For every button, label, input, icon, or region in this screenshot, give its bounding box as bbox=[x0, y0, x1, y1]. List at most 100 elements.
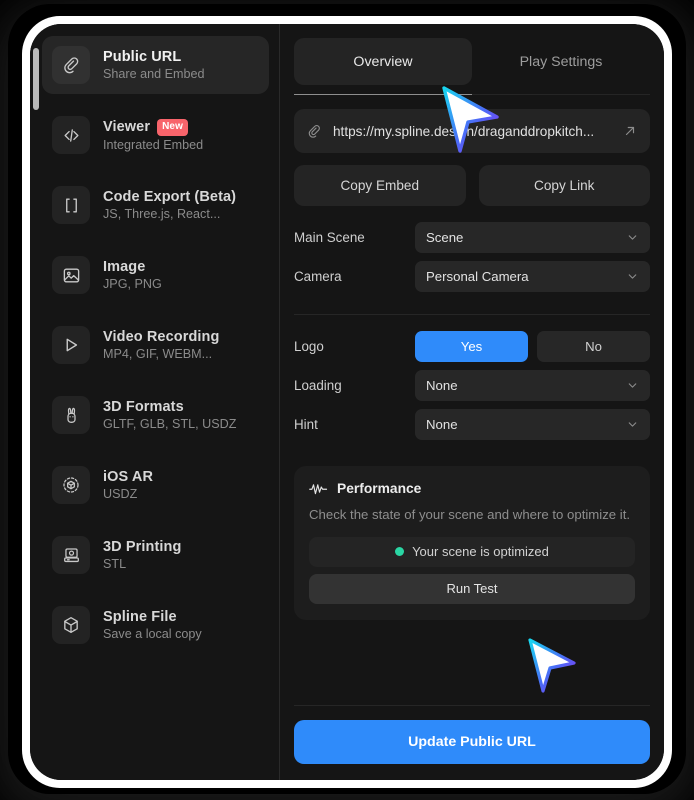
app-root: Public URL Share and Embed Viewer New In… bbox=[0, 0, 694, 800]
sidebar-item-title: iOS AR bbox=[103, 469, 153, 485]
sidebar-item-subtitle: MP4, GIF, WEBM... bbox=[103, 347, 213, 361]
chevron-down-icon bbox=[626, 379, 639, 392]
sidebar-item-text: Video Recording MP4, GIF, WEBM... bbox=[103, 329, 219, 361]
pulse-icon bbox=[309, 481, 328, 496]
hint-value: None bbox=[426, 417, 458, 432]
sidebar-item-3d-printing[interactable]: 3D Printing STL bbox=[42, 526, 269, 584]
status-dot-icon bbox=[395, 547, 405, 557]
chevron-down-icon bbox=[626, 231, 639, 244]
chevron-down-icon bbox=[626, 418, 639, 431]
copy-link-button[interactable]: Copy Link bbox=[478, 165, 650, 206]
main-scene-value: Scene bbox=[426, 230, 464, 245]
performance-title: Performance bbox=[337, 481, 422, 496]
cube-icon bbox=[52, 606, 90, 644]
update-public-url-button[interactable]: Update Public URL bbox=[294, 720, 650, 764]
sidebar-item-title: Image bbox=[103, 259, 162, 275]
sidebar-item-title-text: iOS AR bbox=[103, 469, 154, 485]
copy-button-row: Copy Embed Copy Link bbox=[294, 165, 650, 206]
main-scene-label: Main Scene bbox=[294, 230, 365, 245]
logo-yes-button[interactable]: Yes bbox=[415, 331, 528, 362]
tab-overview[interactable]: Overview bbox=[294, 38, 472, 85]
loading-row: Loading None bbox=[294, 370, 650, 401]
tab-underline-divider bbox=[294, 94, 650, 95]
performance-card: Performance Check the state of your scen… bbox=[294, 466, 650, 620]
camera-row: Camera Personal Camera bbox=[294, 261, 650, 292]
link-icon bbox=[52, 46, 90, 84]
sidebar-item-subtitle: USDZ bbox=[103, 487, 138, 501]
sidebar-item-subtitle: Integrated Embed bbox=[103, 137, 204, 152]
main-panel: Overview Play Settings https://my.spline… bbox=[280, 24, 664, 780]
image-icon bbox=[52, 256, 90, 294]
sidebar-item-image[interactable]: Image JPG, PNG bbox=[42, 246, 269, 304]
sidebar-item-3d-formats[interactable]: 3D Formats GLTF, GLB, STL, USDZ bbox=[42, 386, 269, 444]
sidebar-item-text: Spline File Save a local copy bbox=[103, 609, 202, 641]
sidebar-item-title: 3D Formats bbox=[103, 399, 236, 415]
sidebar-item-title-text: Public URL bbox=[103, 49, 182, 65]
window-inner: Public URL Share and Embed Viewer New In… bbox=[30, 24, 664, 780]
copy-embed-button[interactable]: Copy Embed bbox=[294, 165, 466, 206]
logo-row: Logo Yes No bbox=[294, 331, 650, 362]
play-icon bbox=[52, 326, 90, 364]
sidebar-item-text: 3D Formats GLTF, GLB, STL, USDZ bbox=[103, 399, 236, 431]
sidebar-item-text: iOS AR USDZ bbox=[103, 469, 153, 501]
sidebar-item-viewer[interactable]: Viewer New Integrated Embed bbox=[42, 106, 269, 164]
camera-label: Camera bbox=[294, 269, 342, 284]
public-url-field[interactable]: https://my.spline.design/draganddropkitc… bbox=[294, 109, 650, 153]
code-icon bbox=[52, 116, 90, 154]
performance-status-badge: Your scene is optimized bbox=[309, 536, 635, 567]
sidebar-item-text: Code Export (Beta) JS, Three.js, React..… bbox=[103, 189, 236, 221]
sidebar-item-title-text: Image bbox=[103, 259, 146, 275]
sidebar-item-text: Viewer New Integrated Embed bbox=[103, 118, 204, 152]
sidebar: Public URL Share and Embed Viewer New In… bbox=[30, 24, 280, 780]
sidebar-item-title: Public URL bbox=[103, 49, 205, 65]
sidebar-item-ios-ar[interactable]: iOS AR USDZ bbox=[42, 456, 269, 514]
sidebar-item-title-text: Video Recording bbox=[103, 329, 220, 345]
logo-no-button[interactable]: No bbox=[537, 331, 650, 362]
sidebar-item-subtitle: Save a local copy bbox=[103, 627, 202, 641]
performance-header: Performance bbox=[309, 481, 635, 496]
sidebar-item-subtitle: Share and Embed bbox=[103, 67, 205, 81]
sidebar-item-video-recording[interactable]: Video Recording MP4, GIF, WEBM... bbox=[42, 316, 269, 374]
tab-bar: Overview Play Settings bbox=[294, 38, 650, 85]
main-scene-select[interactable]: Scene bbox=[415, 222, 650, 253]
sidebar-item-title: Code Export (Beta) bbox=[103, 189, 236, 205]
sidebar-item-subtitle: GLTF, GLB, STL, USDZ bbox=[103, 417, 237, 431]
sidebar-item-title-text: Code Export (Beta) bbox=[103, 189, 237, 205]
sidebar-item-title-text: 3D Formats bbox=[103, 399, 184, 415]
performance-description: Check the state of your scene and where … bbox=[309, 507, 631, 522]
camera-select[interactable]: Personal Camera bbox=[415, 261, 650, 292]
tab-play-settings[interactable]: Play Settings bbox=[472, 38, 650, 85]
printer-3d-icon bbox=[52, 536, 90, 574]
sidebar-item-title: Video Recording bbox=[103, 329, 219, 345]
loading-label: Loading bbox=[294, 378, 342, 393]
loading-select[interactable]: None bbox=[415, 370, 650, 401]
sidebar-item-code-export[interactable]: Code Export (Beta) JS, Three.js, React..… bbox=[42, 176, 269, 234]
camera-value: Personal Camera bbox=[426, 269, 529, 284]
sidebar-item-spline-file[interactable]: Spline File Save a local copy bbox=[42, 596, 269, 654]
vertical-scrollbar-thumb[interactable] bbox=[33, 48, 39, 110]
rabbit-icon bbox=[52, 396, 90, 434]
sidebar-item-text: Public URL Share and Embed bbox=[103, 49, 205, 81]
performance-status-text: Your scene is optimized bbox=[412, 544, 549, 560]
logo-label: Logo bbox=[294, 339, 324, 354]
new-badge: New bbox=[157, 118, 188, 136]
run-test-button[interactable]: Run Test bbox=[309, 573, 635, 604]
loading-value: None bbox=[426, 378, 458, 393]
sidebar-item-title-text: Viewer bbox=[103, 119, 151, 135]
sidebar-item-public-url[interactable]: Public URL Share and Embed bbox=[42, 36, 269, 94]
sidebar-item-subtitle: JPG, PNG bbox=[103, 277, 162, 291]
sidebar-item-text: Image JPG, PNG bbox=[103, 259, 162, 291]
sidebar-item-title: Viewer New bbox=[103, 118, 203, 136]
sidebar-item-text: 3D Printing STL bbox=[103, 539, 181, 571]
logo-toggle-group: Yes No bbox=[415, 331, 650, 362]
external-link-icon[interactable] bbox=[623, 124, 637, 138]
hint-row: Hint None bbox=[294, 409, 650, 440]
sidebar-item-title-text: Spline File bbox=[103, 609, 177, 625]
link-icon bbox=[307, 124, 322, 139]
ar-cube-icon bbox=[52, 466, 90, 504]
window-frame: Public URL Share and Embed Viewer New In… bbox=[22, 16, 672, 788]
sidebar-item-title: 3D Printing bbox=[103, 539, 181, 555]
hint-select[interactable]: None bbox=[415, 409, 650, 440]
public-url-value: https://my.spline.design/draganddropkitc… bbox=[333, 123, 595, 139]
hint-label: Hint bbox=[294, 417, 318, 432]
